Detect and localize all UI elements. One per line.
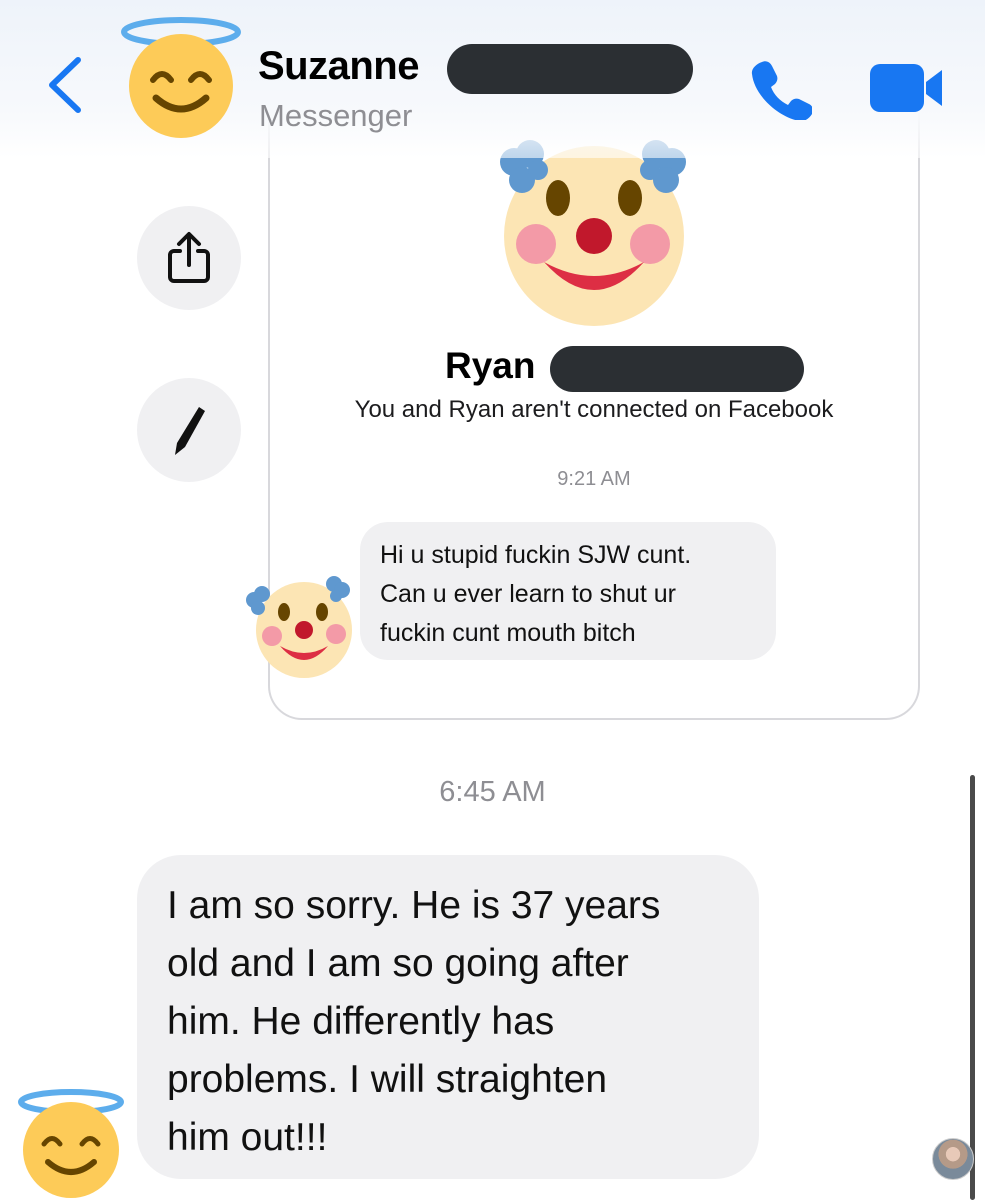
phone-icon <box>751 61 813 122</box>
halo-smiley-avatar-icon[interactable] <box>118 14 244 140</box>
message-line: him out!!! <box>167 1116 328 1159</box>
message-line: problems. I will straighten <box>167 1058 608 1101</box>
thread-timestamp: 6:45 AM <box>439 776 546 808</box>
card-contact-name: Ryan <box>445 345 536 386</box>
share-icon <box>168 232 210 283</box>
video-camera-icon <box>870 64 942 112</box>
contact-subtitle: Messenger <box>259 98 413 133</box>
scrollbar[interactable] <box>970 775 975 1200</box>
conversation-header: Suzanne Messenger <box>0 0 985 158</box>
call-button[interactable] <box>748 56 813 122</box>
redaction-bar <box>550 346 804 392</box>
contact-name[interactable]: Suzanne <box>258 44 419 89</box>
incoming-message-bubble[interactable]: I am so sorry. He is 37 years old and I … <box>137 855 759 1179</box>
message-line: old and I am so going after <box>167 942 629 985</box>
redaction-bar <box>447 44 693 94</box>
message-line: fuckin cunt mouth bitch <box>380 619 636 647</box>
share-button[interactable] <box>137 206 241 310</box>
chevron-left-icon <box>49 57 81 113</box>
clown-face-icon <box>500 140 686 326</box>
video-call-button[interactable] <box>868 60 946 116</box>
message-timestamp: 9:21 AM <box>557 468 631 490</box>
halo-smiley-sender-icon <box>18 1089 124 1198</box>
message-line: Hi u stupid fuckin SJW cunt. <box>380 541 692 569</box>
message-line: I am so sorry. He is 37 years <box>167 884 661 927</box>
read-receipt-avatar <box>932 1138 974 1180</box>
connection-note: You and Ryan aren't connected on Faceboo… <box>354 396 834 423</box>
message-line: him. He differently has <box>167 1000 555 1043</box>
clown-avatar-icon <box>246 576 352 678</box>
incoming-message-bubble[interactable]: Hi u stupid fuckin SJW cunt. Can u ever … <box>360 522 776 660</box>
pencil-icon <box>175 407 205 455</box>
edit-button[interactable] <box>137 378 241 482</box>
back-button[interactable] <box>40 50 90 120</box>
message-line: Can u ever learn to shut ur <box>380 580 676 608</box>
